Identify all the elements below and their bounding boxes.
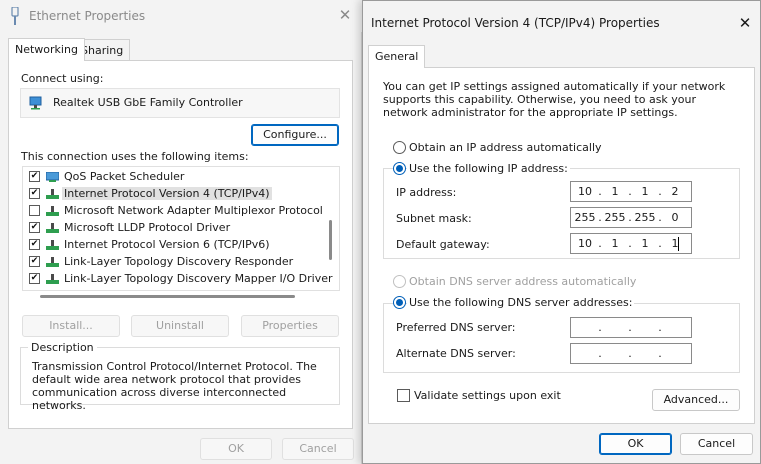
protocol-icon xyxy=(46,223,59,233)
obtain-ip-auto-radio[interactable] xyxy=(393,141,406,154)
subnet-octet-3[interactable]: 255 xyxy=(633,211,657,224)
item-checkbox[interactable]: ✔ xyxy=(29,239,40,250)
tab-networking[interactable]: Networking xyxy=(8,38,85,61)
list-item-lldp[interactable]: ✔ Microsoft LLDP Protocol Driver xyxy=(23,219,323,236)
network-adapter-icon xyxy=(29,96,42,110)
protocol-icon xyxy=(46,257,59,267)
adapter-name: Realtek USB GbE Family Controller xyxy=(53,96,243,109)
ethernet-titlebar: Ethernet Properties ✕ xyxy=(0,0,362,32)
configure-button[interactable]: Configure... xyxy=(251,124,339,146)
ip-dot: . xyxy=(598,321,602,334)
ethernet-properties-dialog: Ethernet Properties ✕ Networking Sharing… xyxy=(0,0,362,464)
ipv4-cancel-button[interactable]: Cancel xyxy=(680,433,753,455)
items-horizontal-scrollbar[interactable] xyxy=(40,295,295,298)
subnet-octet-4[interactable]: 0 xyxy=(663,211,687,224)
protocol-icon xyxy=(46,189,59,199)
item-label: Link-Layer Topology Discovery Responder xyxy=(64,255,294,268)
advanced-button[interactable]: Advanced... xyxy=(652,389,740,411)
ip-dot: . xyxy=(658,347,662,360)
item-label: Microsoft Network Adapter Multiplexor Pr… xyxy=(64,204,323,217)
default-gateway-field[interactable]: 10 . 1 . 1 . 1 xyxy=(570,233,692,254)
ipv4-ok-button[interactable]: OK xyxy=(599,433,672,455)
adapter-display: Realtek USB GbE Family Controller xyxy=(20,88,340,118)
qos-scheduler-icon xyxy=(46,172,59,182)
ethernet-close-icon[interactable]: ✕ xyxy=(337,7,353,23)
preferred-dns-field[interactable]: . . . xyxy=(570,317,692,338)
install-button[interactable]: Install... xyxy=(22,315,120,337)
ip-address-label: IP address: xyxy=(396,186,457,199)
use-following-ip-radio[interactable] xyxy=(393,162,406,175)
ip-dot: . xyxy=(628,321,632,334)
item-label: QoS Packet Scheduler xyxy=(64,170,185,183)
item-checkbox[interactable]: ✔ xyxy=(29,273,40,284)
ip-address-field[interactable]: 10 . 1 . 1 . 2 xyxy=(570,181,692,202)
use-following-dns-radio[interactable] xyxy=(393,296,406,309)
ipv4-properties-dialog: Internet Protocol Version 4 (TCP/IPv4) P… xyxy=(362,0,761,464)
list-item-qos[interactable]: ✔ QoS Packet Scheduler xyxy=(23,168,323,185)
item-label: Link-Layer Topology Discovery Mapper I/O… xyxy=(64,272,333,285)
tab-general[interactable]: General xyxy=(368,45,426,68)
subnet-octet-1[interactable]: 255 xyxy=(573,211,597,224)
list-item-ipv6[interactable]: ✔ Internet Protocol Version 6 (TCP/IPv6) xyxy=(23,236,323,253)
ethernet-connector-icon xyxy=(11,7,19,25)
list-item-ipv4[interactable]: ✔ Internet Protocol Version 4 (TCP/IPv4) xyxy=(23,185,323,202)
subnet-octet-2[interactable]: 255 xyxy=(603,211,627,224)
gateway-octet-3[interactable]: 1 xyxy=(633,237,657,250)
item-checkbox[interactable]: ✔ xyxy=(29,171,40,182)
description-title: Description xyxy=(28,341,97,354)
ethernet-title: Ethernet Properties xyxy=(29,9,146,23)
subnet-mask-label: Subnet mask: xyxy=(396,212,472,225)
gateway-octet-2[interactable]: 1 xyxy=(603,237,627,250)
item-label: Internet Protocol Version 4 (TCP/IPv4) xyxy=(62,187,272,200)
description-text: Transmission Control Protocol/Internet P… xyxy=(32,360,317,412)
items-list[interactable]: ✔ QoS Packet Scheduler ✔ Internet Protoc… xyxy=(22,166,340,291)
list-item-lltd-responder[interactable]: ✔ Link-Layer Topology Discovery Responde… xyxy=(23,253,323,270)
ip-octet-4[interactable]: 2 xyxy=(663,185,687,198)
item-checkbox[interactable]: ✔ xyxy=(29,256,40,267)
ip-dot: . xyxy=(628,347,632,360)
protocol-icon xyxy=(46,274,59,284)
subnet-mask-field[interactable]: 255 . 255 . 255 . 0 xyxy=(570,207,692,228)
obtain-dns-auto-radio[interactable] xyxy=(393,275,406,288)
ip-octet-2[interactable]: 1 xyxy=(603,185,627,198)
ip-octet-3[interactable]: 1 xyxy=(633,185,657,198)
gateway-octet-4[interactable]: 1 xyxy=(663,237,687,250)
list-item-multiplexor[interactable]: Microsoft Network Adapter Multiplexor Pr… xyxy=(23,202,323,219)
text-caret xyxy=(678,237,679,251)
preferred-dns-label: Preferred DNS server: xyxy=(396,321,516,334)
item-checkbox[interactable]: ✔ xyxy=(29,222,40,233)
obtain-ip-auto-label[interactable]: Obtain an IP address automatically xyxy=(409,141,602,154)
intro-text: You can get IP settings assigned automat… xyxy=(383,80,726,119)
properties-button[interactable]: Properties xyxy=(241,315,339,337)
list-item-lltd-mapper[interactable]: ✔ Link-Layer Topology Discovery Mapper I… xyxy=(23,270,333,287)
ip-dot: . xyxy=(658,321,662,334)
ipv4-titlebar: Internet Protocol Version 4 (TCP/IPv4) P… xyxy=(363,1,760,39)
validate-label[interactable]: Validate settings upon exit xyxy=(414,389,561,402)
ipv4-title: Internet Protocol Version 4 (TCP/IPv4) P… xyxy=(371,16,660,30)
ip-dot: . xyxy=(598,347,602,360)
ip-octet-1[interactable]: 10 xyxy=(573,185,597,198)
validate-checkbox[interactable] xyxy=(397,389,410,402)
use-following-ip-label[interactable]: Use the following IP address: xyxy=(407,162,570,175)
items-label: This connection uses the following items… xyxy=(21,150,249,163)
item-label: Microsoft LLDP Protocol Driver xyxy=(64,221,231,234)
items-vertical-scrollbar[interactable] xyxy=(329,220,332,260)
item-checkbox[interactable] xyxy=(29,205,40,216)
ipv4-close-icon[interactable]: ✕ xyxy=(737,15,753,31)
gateway-octet-1[interactable]: 10 xyxy=(573,237,597,250)
item-checkbox[interactable]: ✔ xyxy=(29,188,40,199)
use-following-dns-label[interactable]: Use the following DNS server addresses: xyxy=(407,296,635,309)
ethernet-cancel-button[interactable]: Cancel xyxy=(282,438,354,460)
alternate-dns-field[interactable]: . . . xyxy=(570,343,692,364)
uninstall-button[interactable]: Uninstall xyxy=(131,315,229,337)
alternate-dns-label: Alternate DNS server: xyxy=(396,347,516,360)
protocol-icon xyxy=(46,206,59,216)
item-label: Internet Protocol Version 6 (TCP/IPv6) xyxy=(64,238,270,251)
obtain-dns-auto-label[interactable]: Obtain DNS server address automatically xyxy=(409,275,636,288)
default-gateway-label: Default gateway: xyxy=(396,238,490,251)
ethernet-ok-button[interactable]: OK xyxy=(200,438,272,460)
connect-using-label: Connect using: xyxy=(21,72,104,85)
protocol-icon xyxy=(46,240,59,250)
